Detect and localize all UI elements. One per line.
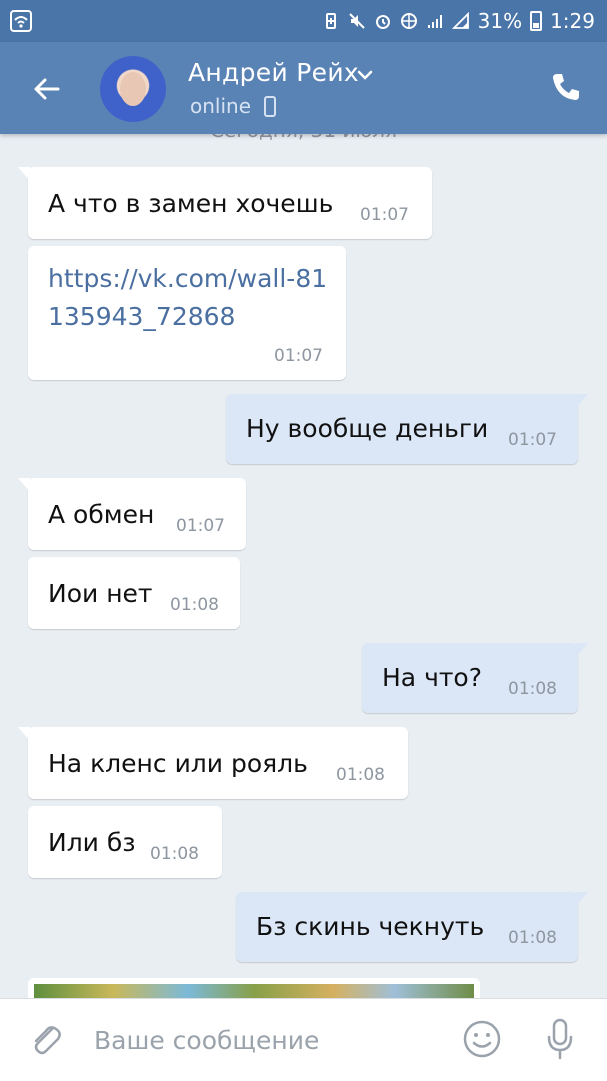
mute-icon xyxy=(348,13,365,29)
message-time: 01:07 xyxy=(360,205,409,225)
message-bubble-link[interactable]: https://vk.com/wall-81135943_72868 01:07 xyxy=(28,246,346,380)
message-time: 01:07 xyxy=(274,346,323,366)
wifi-icon xyxy=(10,10,32,32)
contact-name[interactable]: Андрей Рейх xyxy=(188,58,359,87)
message-time: 01:08 xyxy=(508,928,557,948)
message-composer xyxy=(0,998,607,1081)
message-text: Бз скинь чекнуть xyxy=(256,912,485,941)
phone-call-icon[interactable] xyxy=(549,70,583,104)
message-time: 01:07 xyxy=(508,430,557,450)
message-bubble-outgoing[interactable]: Ну вообще деньги 01:07 xyxy=(226,394,588,464)
message-text: А обмен xyxy=(48,500,155,529)
message-time: 01:08 xyxy=(170,595,219,615)
battery-saver-icon xyxy=(325,13,336,29)
clock: 1:29 xyxy=(550,9,595,33)
signal-icon xyxy=(427,15,442,28)
message-time: 01:08 xyxy=(150,844,199,864)
back-arrow-icon[interactable] xyxy=(30,72,64,106)
message-bubble-outgoing[interactable]: Бз скинь чекнуть 01:08 xyxy=(236,892,588,962)
message-input[interactable] xyxy=(92,1017,436,1063)
message-time: 01:08 xyxy=(336,765,385,785)
message-bubble-incoming[interactable]: Или бз 01:08 xyxy=(28,806,222,878)
battery-percent: 31% xyxy=(477,9,523,33)
message-text: Иои нет xyxy=(48,579,153,608)
message-text: На что? xyxy=(382,663,482,692)
message-text: Или бз xyxy=(48,828,136,857)
emoji-icon[interactable] xyxy=(462,1019,502,1059)
message-link[interactable]: https://vk.com/wall-81135943_72868 xyxy=(48,260,338,336)
status-bar: 31% 1:29 xyxy=(0,0,607,42)
mobile-phone-icon xyxy=(264,96,276,117)
message-text: А что в замен хочешь xyxy=(48,189,334,218)
message-bubble-incoming[interactable]: А обмен 01:07 xyxy=(18,478,246,550)
presence-label: online xyxy=(190,94,252,118)
battery-icon xyxy=(530,11,543,31)
message-bubble-outgoing[interactable]: На что? 01:08 xyxy=(362,643,588,713)
message-text: Ну вообще деньги xyxy=(246,414,489,443)
message-bubble-incoming[interactable]: На кленс или рояль 01:08 xyxy=(18,727,408,799)
microphone-icon[interactable] xyxy=(544,1017,576,1061)
chat-header: Андрей Рейх online xyxy=(0,42,607,134)
presence-status: online xyxy=(190,94,276,118)
signal-icon xyxy=(451,12,469,29)
message-text: На кленс или рояль xyxy=(48,749,308,778)
message-bubble-incoming[interactable]: Иои нет 01:08 xyxy=(28,557,240,629)
paperclip-icon[interactable] xyxy=(28,1021,64,1059)
chevron-down-icon[interactable] xyxy=(356,68,374,82)
alarm-icon xyxy=(375,15,390,29)
message-time: 01:07 xyxy=(176,516,225,536)
message-bubble-incoming[interactable]: А что в замен хочешь 01:07 xyxy=(18,167,432,239)
avatar[interactable] xyxy=(100,56,166,122)
message-time: 01:08 xyxy=(508,679,557,699)
data-sync-icon xyxy=(400,13,417,29)
